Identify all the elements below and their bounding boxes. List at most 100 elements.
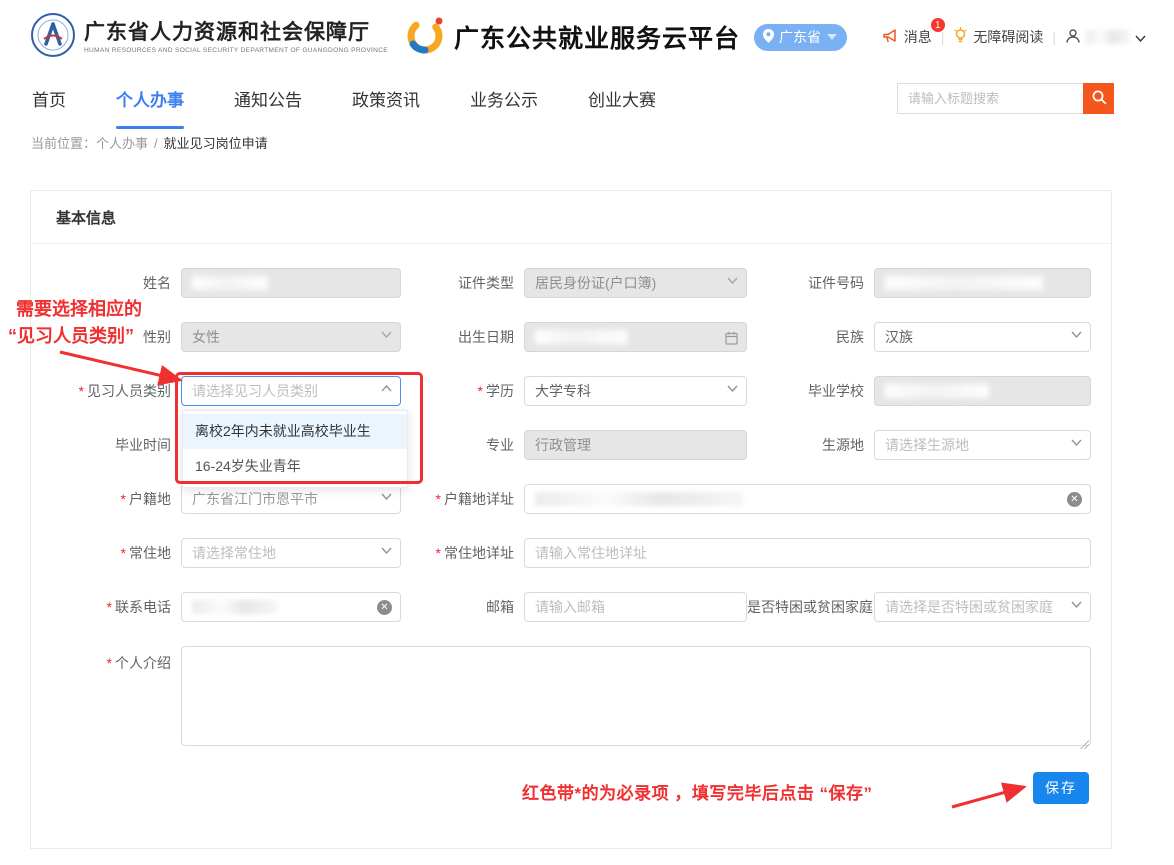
annotation-line: 需要选择相应的	[16, 296, 142, 323]
poor-family-label: 是否特困或贫困家庭	[747, 597, 874, 617]
location-label: 广东省	[779, 27, 821, 47]
ethnicity-label: 民族	[747, 327, 874, 347]
birth-date-input	[524, 322, 747, 352]
calendar-icon	[725, 331, 738, 345]
form-row: *联系电话 ✕ 邮箱 是否特困或贫困家庭 请选择是否特困或贫困家庭	[31, 592, 1111, 622]
form-row: 姓名 证件类型 居民身份证(户口簿) 证件号码	[31, 268, 1111, 298]
trainee-category-dropdown: 离校2年内未就业高校毕业生 16-24岁失业青年	[182, 410, 408, 488]
nav-item-personal[interactable]: 个人办事	[116, 86, 184, 115]
clear-icon[interactable]: ✕	[1067, 492, 1082, 507]
messages-label: 消息	[904, 27, 932, 47]
origin-place-select[interactable]: 请选择生源地	[874, 430, 1091, 460]
id-type-label: 证件类型	[401, 273, 524, 293]
chevron-down-icon	[727, 385, 738, 392]
dropdown-option-youth[interactable]: 16-24岁失业青年	[183, 449, 407, 484]
chevron-down-icon	[1071, 439, 1082, 446]
search-input[interactable]	[897, 83, 1083, 114]
nav-item-contest[interactable]: 创业大赛	[588, 86, 656, 115]
nav-item-home[interactable]: 首页	[32, 86, 66, 115]
chevron-down-icon	[1071, 331, 1082, 338]
user-menu[interactable]	[1065, 28, 1146, 47]
nav-item-policy[interactable]: 政策资讯	[352, 86, 420, 115]
phone-input[interactable]: ✕	[181, 592, 401, 622]
department-title-block: 广东省人力资源和社会保障厅 HUMAN RESOURCES AND SOCIAL…	[84, 21, 388, 54]
residence-address-label: *常住地详址	[401, 543, 524, 563]
breadcrumb: 当前位置：个人办事 / 就业见习岗位申请	[31, 133, 268, 152]
save-button[interactable]: 保存	[1033, 772, 1089, 804]
chevron-down-icon	[1135, 29, 1146, 45]
masked-value	[885, 276, 1043, 290]
email-label: 邮箱	[401, 597, 524, 617]
chevron-down-icon	[727, 277, 738, 284]
household-address-input[interactable]: ✕	[524, 484, 1091, 514]
page: 广东省人力资源和社会保障厅 HUMAN RESOURCES AND SOCIAL…	[0, 0, 1174, 865]
residence-place-select[interactable]: 请选择常住地	[181, 538, 401, 568]
masked-value	[192, 276, 268, 290]
trainee-category-select[interactable]: 请选择见习人员类别 离校2年内未就业高校毕业生 16-24岁失业青年	[181, 376, 401, 406]
residence-address-input[interactable]	[524, 538, 1091, 568]
origin-place-label: 生源地	[747, 435, 874, 455]
dropdown-option-graduate[interactable]: 离校2年内未就业高校毕业生	[183, 414, 407, 449]
graduate-school-label: 毕业学校	[747, 381, 874, 401]
masked-value	[192, 600, 278, 614]
accessibility-label: 无障碍阅读	[973, 27, 1043, 47]
masked-value	[535, 492, 743, 506]
intro-textarea[interactable]	[181, 646, 1091, 746]
form-row: *常住地 请选择常住地 *常住地详址	[31, 538, 1111, 568]
name-label: 姓名	[31, 273, 181, 293]
id-number-input	[874, 268, 1091, 298]
platform-logo-icon	[404, 14, 446, 61]
breadcrumb-separator: /	[154, 136, 158, 151]
poor-family-select[interactable]: 请选择是否特困或贫困家庭	[874, 592, 1091, 622]
main-nav: 首页 个人办事 通知公告 政策资讯 业务公示 创业大赛	[32, 86, 706, 115]
department-name: 广东省人力资源和社会保障厅	[84, 21, 388, 45]
divider: |	[1052, 29, 1056, 45]
graduation-time-label: 毕业时间	[31, 435, 181, 455]
basic-info-card: 基本信息 姓名 证件类型 居民身份证(户口簿) 证件号码 性别 女性	[30, 190, 1112, 849]
header-actions: 消息 1 | 无障碍阅读 |	[882, 27, 1146, 47]
megaphone-icon	[882, 28, 899, 47]
nav-item-public[interactable]: 业务公示	[470, 86, 538, 115]
trainee-category-label: *见习人员类别	[31, 381, 181, 401]
masked-value	[535, 330, 627, 344]
chevron-down-icon	[1071, 601, 1082, 608]
annotation-top-note: 需要选择相应的 “见习人员类别”	[16, 296, 142, 350]
nav-item-notices[interactable]: 通知公告	[234, 86, 302, 115]
household-address-label: *户籍地详址	[401, 489, 524, 509]
clear-icon[interactable]: ✕	[377, 600, 392, 615]
lightbulb-icon	[953, 27, 968, 47]
location-selector[interactable]: 广东省	[754, 24, 847, 51]
messages-link[interactable]: 消息 1	[882, 27, 932, 47]
chevron-up-icon	[381, 385, 392, 392]
id-number-label: 证件号码	[747, 273, 874, 293]
chevron-down-icon	[381, 547, 392, 554]
location-pin-icon	[762, 28, 775, 47]
graduate-school-input	[874, 376, 1091, 406]
education-select[interactable]: 大学专科	[524, 376, 747, 406]
breadcrumb-parent[interactable]: 个人办事	[96, 136, 148, 151]
chevron-down-icon	[827, 34, 837, 40]
ethnicity-select[interactable]: 汉族	[874, 322, 1091, 352]
major-input: 行政管理	[524, 430, 747, 460]
form-row: *个人介绍	[31, 646, 1111, 746]
household-place-select[interactable]: 广东省江门市恩平市	[181, 484, 401, 514]
chevron-down-icon	[381, 493, 392, 500]
chevron-down-icon	[381, 331, 392, 338]
breadcrumb-prefix: 当前位置：	[31, 136, 96, 151]
breadcrumb-current: 就业见习岗位申请	[164, 136, 268, 151]
department-emblem-icon	[30, 12, 76, 63]
id-type-select: 居民身份证(户口簿)	[524, 268, 747, 298]
department-name-en: HUMAN RESOURCES AND SOCIAL SECURITY DEPA…	[84, 47, 388, 54]
form-row: *见习人员类别 请选择见习人员类别 离校2年内未就业高校毕业生 16-24岁失业…	[31, 376, 1111, 406]
household-place-label: *户籍地	[31, 489, 181, 509]
search-button[interactable]	[1083, 83, 1114, 114]
masked-value	[885, 384, 989, 398]
intro-textarea-wrap	[181, 646, 1091, 751]
email-input[interactable]	[524, 592, 747, 622]
accessibility-link[interactable]: 无障碍阅读	[953, 27, 1043, 47]
annotation-bottom-note: 红色带*的为必录项 ，填写完毕后点击 “保存”	[522, 779, 873, 804]
form-row: *户籍地 广东省江门市恩平市 *户籍地详址 ✕	[31, 484, 1111, 514]
search-icon	[1091, 89, 1107, 108]
intro-label: *个人介绍	[31, 646, 181, 673]
username-masked	[1086, 30, 1130, 44]
